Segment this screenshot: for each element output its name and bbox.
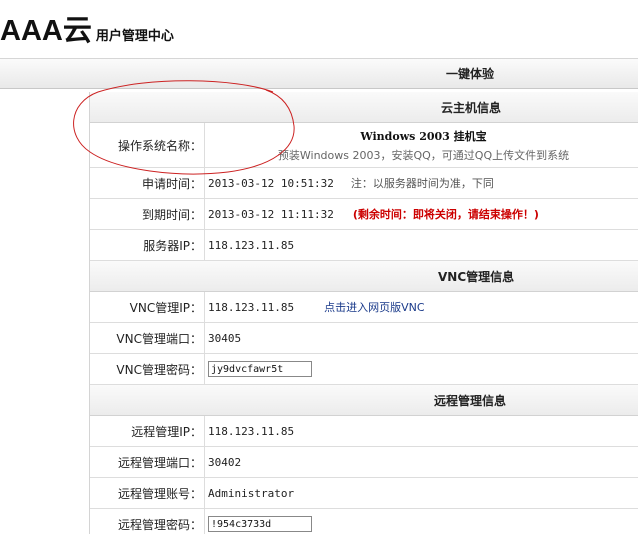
vnc-ip-value: 118.123.11.85 <box>208 300 295 314</box>
vnc-password-cell <box>205 354 638 384</box>
section-vnc-header: VNC管理信息 <box>90 261 638 292</box>
row-remote-port: 远程管理端口： 30402 <box>90 447 638 478</box>
row-remote-account: 远程管理账号： Administrator <box>90 478 638 509</box>
vnc-password-label: VNC管理密码： <box>90 354 205 384</box>
section-title: 远程管理信息 <box>434 393 507 408</box>
remote-account-value: Administrator <box>208 486 295 500</box>
vnc-ip-cell: 118.123.11.85 点击进入网页版VNC <box>205 292 638 322</box>
os-name-label: 操作系统名称： <box>90 123 205 167</box>
web-vnc-link[interactable]: 点击进入网页版VNC <box>324 299 424 315</box>
row-remote-password: 远程管理密码： <box>90 509 638 534</box>
os-name-cell: Windows 2003 挂机宝 预装Windows 2003，安装QQ，可通过… <box>205 123 638 167</box>
expire-warning: (剩余时间：即将关闭，请结束操作！) <box>352 208 539 221</box>
remote-ip-value: 118.123.11.85 <box>208 424 295 438</box>
apply-time-label: 申请时间： <box>90 168 205 198</box>
remote-account-label: 远程管理账号： <box>90 478 205 508</box>
logo: AAA云 用户管理中心 <box>0 8 174 48</box>
section-title: 云主机信息 <box>441 100 502 115</box>
server-ip-value: 118.123.11.85 <box>208 238 295 252</box>
row-vnc-password: VNC管理密码： <box>90 354 638 385</box>
logo-subtitle: 用户管理中心 <box>95 29 174 44</box>
vnc-ip-label: VNC管理IP： <box>90 292 205 322</box>
apply-time-value: 2013-03-12 10:51:32 <box>208 176 334 190</box>
apply-time-cell: 2013-03-12 10:51:32 注：以服务器时间为准，下同 <box>205 168 638 198</box>
vnc-port-label: VNC管理端口： <box>90 323 205 353</box>
section-cloud-host-header: 云主机信息 <box>90 92 638 123</box>
row-server-ip: 服务器IP： 118.123.11.85 <box>90 230 638 261</box>
row-remote-ip: 远程管理IP： 118.123.11.85 <box>90 416 638 447</box>
time-note: 注：以服务器时间为准，下同 <box>350 177 494 190</box>
remote-password-field[interactable] <box>208 516 312 532</box>
row-vnc-port: VNC管理端口： 30405 <box>90 323 638 354</box>
row-vnc-ip: VNC管理IP： 118.123.11.85 点击进入网页版VNC <box>90 292 638 323</box>
os-description: 预装Windows 2003，安装QQ，可通过QQ上传文件到系统 <box>277 148 570 162</box>
section-remote-header: 远程管理信息 <box>90 385 638 416</box>
remote-password-cell <box>205 509 638 534</box>
row-expire-time: 到期时间： 2013-03-12 11:11:32 (剩余时间：即将关闭，请结束… <box>90 199 638 230</box>
top-banner: 一键体验 <box>0 58 638 89</box>
remote-password-label: 远程管理密码： <box>90 509 205 534</box>
info-panel: 云主机信息 操作系统名称： Windows 2003 挂机宝 预装Windows… <box>89 92 638 534</box>
remote-port-value: 30402 <box>208 455 242 469</box>
page-title: 一键体验 <box>446 67 495 81</box>
section-title: VNC管理信息 <box>438 269 515 284</box>
remote-port-label: 远程管理端口： <box>90 447 205 477</box>
remote-ip-label: 远程管理IP： <box>90 416 205 446</box>
expire-time-label: 到期时间： <box>90 199 205 229</box>
vnc-password-field[interactable] <box>208 361 312 377</box>
vnc-port-value: 30405 <box>208 331 242 345</box>
logo-text: AAA云 <box>0 15 92 47</box>
os-name-value: Windows 2003 挂机宝 <box>360 129 487 143</box>
expire-time-cell: 2013-03-12 11:11:32 (剩余时间：即将关闭，请结束操作！) <box>205 199 638 229</box>
expire-time-value: 2013-03-12 11:11:32 <box>208 207 334 221</box>
row-os-name: 操作系统名称： Windows 2003 挂机宝 预装Windows 2003，… <box>90 123 638 168</box>
server-ip-label: 服务器IP： <box>90 230 205 260</box>
row-apply-time: 申请时间： 2013-03-12 10:51:32 注：以服务器时间为准，下同 <box>90 168 638 199</box>
